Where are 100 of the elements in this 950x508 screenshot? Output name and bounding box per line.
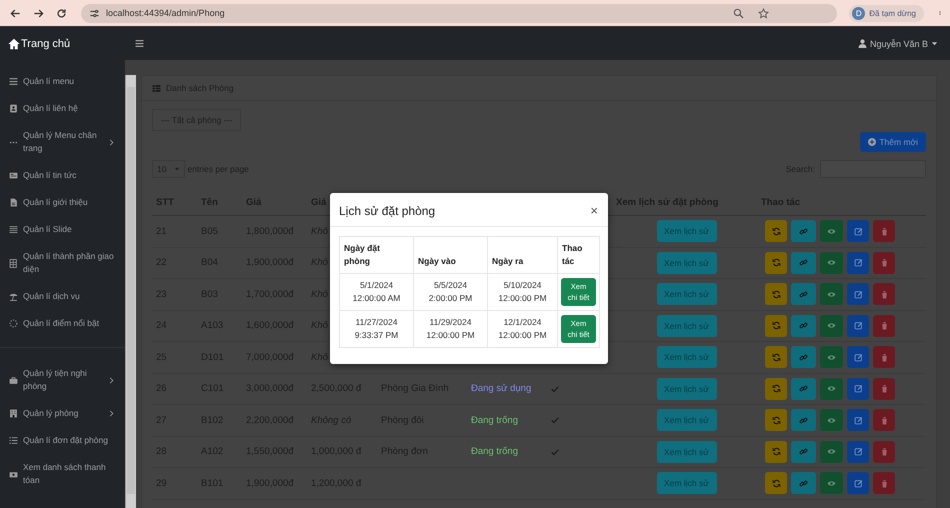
eye-button[interactable]	[820, 346, 843, 368]
sidebar-item[interactable]: Quản lý phòng	[0, 400, 125, 427]
eye-icon	[827, 416, 836, 425]
table-cell: 11/27/2024 9:33:37 PM	[340, 311, 414, 347]
sync-button[interactable]	[765, 440, 787, 463]
sync-button[interactable]	[765, 409, 787, 432]
sync-button[interactable]	[765, 346, 787, 368]
link-button[interactable]	[791, 472, 816, 494]
edit-button[interactable]	[847, 346, 869, 368]
edit-icon	[854, 416, 862, 425]
link-button[interactable]	[791, 346, 816, 368]
site-settings-icon[interactable]	[89, 8, 100, 18]
column-header: Thao tác	[561, 242, 584, 268]
eye-button[interactable]	[820, 409, 843, 432]
back-icon[interactable]	[10, 8, 21, 18]
link-icon	[799, 258, 808, 268]
edit-icon	[854, 478, 862, 488]
table-cell: 11/29/2024 12:00:00 PM	[414, 311, 488, 347]
star-icon[interactable]	[758, 8, 770, 18]
sidebar-item[interactable]: Quản lí điểm nổi bật	[0, 310, 125, 337]
trash-button[interactable]	[873, 346, 895, 368]
sync-button[interactable]	[765, 252, 787, 274]
sync-button[interactable]	[765, 472, 787, 494]
sidebar-item[interactable]: Quản lý Menu chân trang	[0, 122, 125, 162]
eye-button[interactable]	[820, 472, 843, 494]
link-button[interactable]	[791, 314, 816, 337]
sidebar-item[interactable]: Quản lí thành phần giao diện	[0, 243, 125, 283]
edit-button[interactable]	[847, 440, 869, 463]
edit-button[interactable]	[847, 314, 869, 337]
eye-button[interactable]	[820, 252, 843, 274]
eye-button[interactable]	[820, 440, 843, 463]
sidebar-item[interactable]: Quản lí dịch vụ	[0, 283, 125, 310]
user-menu[interactable]: Nguyễn Văn B	[858, 38, 938, 48]
sync-button[interactable]	[765, 378, 787, 400]
link-button[interactable]	[791, 220, 816, 242]
money-icon	[9, 470, 18, 478]
edit-button[interactable]	[847, 409, 869, 432]
sync-button[interactable]	[765, 314, 787, 337]
link-button[interactable]	[791, 440, 816, 463]
sidebar-item[interactable]: Quản lí đơn đặt phòng	[0, 427, 125, 454]
edit-button[interactable]	[847, 472, 869, 494]
sidebar-item[interactable]: Quản lí tin tức	[0, 162, 125, 189]
chevron-icon	[108, 376, 115, 384]
scrollbar[interactable]	[125, 75, 136, 508]
plus-circle-icon	[868, 138, 876, 146]
trash-button[interactable]	[873, 440, 895, 463]
edit-button[interactable]	[847, 220, 869, 242]
address-bar[interactable]: localhost:44394/admin/Phong	[81, 4, 838, 22]
zoom-icon[interactable]	[733, 8, 744, 18]
trash-button[interactable]	[873, 220, 895, 242]
dialog-title: Lịch sử đặt phòng	[339, 204, 436, 218]
add-button[interactable]: Thêm mới	[860, 132, 926, 152]
edit-button[interactable]	[847, 378, 869, 400]
column-header: Ngày đặt phòng	[340, 237, 414, 273]
link-button[interactable]	[791, 409, 816, 432]
list-icon	[9, 77, 18, 86]
table-cell: 5/10/2024 12:00:00 PM	[488, 274, 558, 310]
link-button[interactable]	[791, 378, 816, 400]
sidebar-item[interactable]: Quản lí menu	[0, 68, 125, 95]
close-button[interactable]: ×	[588, 203, 600, 218]
home-link[interactable]: Trang chủ	[8, 38, 131, 50]
sidebar-item[interactable]: Quản lí giới thiệu	[0, 189, 125, 216]
trash-button[interactable]	[873, 472, 895, 494]
caret-icon	[931, 40, 938, 47]
link-icon	[799, 447, 808, 456]
sidebar-item[interactable]: Quản lí liên hệ	[0, 95, 125, 122]
briefcase-icon	[9, 376, 18, 384]
home-icon	[8, 38, 20, 50]
list-icon	[9, 225, 18, 234]
menu-icon[interactable]	[135, 39, 144, 48]
sidebar-item[interactable]: Quản lý tiện nghi phòng	[0, 360, 125, 400]
sync-icon	[772, 258, 780, 268]
trash-button[interactable]	[873, 283, 895, 306]
trash-icon	[880, 226, 888, 236]
trash-button[interactable]	[873, 378, 895, 400]
eye-button[interactable]	[820, 378, 843, 400]
eye-button[interactable]	[820, 283, 843, 306]
edit-icon	[854, 258, 862, 268]
trash-button[interactable]	[873, 409, 895, 432]
eye-button[interactable]	[820, 220, 843, 242]
grid-icon	[9, 258, 18, 268]
trash-button[interactable]	[873, 314, 895, 337]
reload-icon[interactable]	[56, 8, 67, 18]
sync-button[interactable]	[765, 220, 787, 242]
table-cell: 5/1/2024 12:00:00 AM	[340, 274, 414, 310]
eye-icon	[827, 478, 836, 488]
forward-icon[interactable]	[33, 8, 44, 18]
eye-icon	[827, 447, 836, 456]
edit-icon	[854, 321, 862, 330]
eye-button[interactable]	[820, 314, 843, 337]
sidebar-item[interactable]: Quản lí Slide	[0, 216, 125, 243]
trash-button[interactable]	[873, 252, 895, 274]
edit-button[interactable]	[847, 252, 869, 274]
sidebar-item[interactable]: Xem danh sách thanh tóan	[0, 454, 125, 494]
edit-button[interactable]	[847, 283, 869, 306]
link-button[interactable]	[791, 252, 816, 274]
profile-button[interactable]: D Đã tạm dừng	[849, 4, 924, 22]
link-button[interactable]	[791, 283, 816, 306]
sync-button[interactable]	[765, 283, 787, 306]
trash-icon	[880, 352, 888, 362]
